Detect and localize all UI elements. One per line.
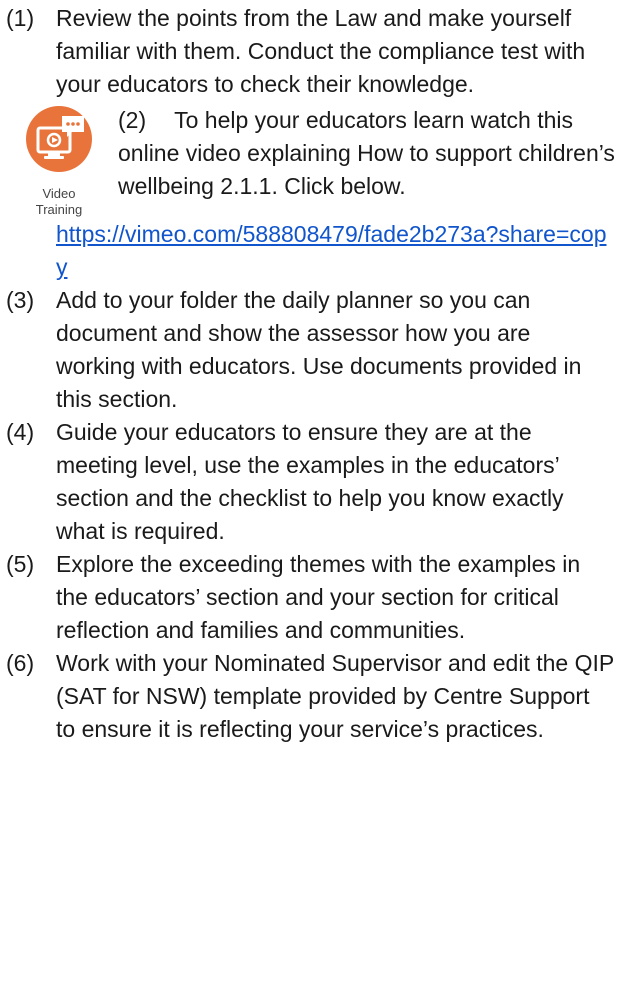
instruction-list: (1) Review the points from the Law and m… <box>0 0 625 998</box>
item-text: Add to your folder the daily planner so … <box>56 287 582 412</box>
item-number: (2) <box>118 107 147 133</box>
item-text: Review the points from the Law and make … <box>56 5 586 97</box>
video-training-icon <box>26 106 92 172</box>
item-text: (2) To help your educators learn watch th… <box>118 107 615 199</box>
item-number: (4) <box>6 419 35 445</box>
list-item-3: (3) Add to your folder the daily planner… <box>0 284 625 416</box>
list-item-4: (4) Guide your educators to ensure they … <box>0 416 625 548</box>
item-number: (6) <box>6 650 35 676</box>
item-number: (3) <box>6 287 35 313</box>
list-item-5: (5) Explore the exceeding themes with th… <box>0 548 625 647</box>
item-number: (5) <box>6 551 35 577</box>
item-text: Guide your educators to ensure they are … <box>56 419 564 544</box>
item-number: (1) <box>6 5 35 31</box>
video-link[interactable]: https://vimeo.com/588808479/fade2b273a?s… <box>56 218 625 284</box>
list-item-1: (1) Review the points from the Law and m… <box>0 2 625 101</box>
list-item-6: (6) Work with your Nominated Supervisor … <box>0 647 625 746</box>
item-text: Explore the exceeding themes with the ex… <box>56 551 581 643</box>
video-training-badge[interactable]: Video Training <box>8 104 110 218</box>
monitor-play-icon <box>36 116 84 159</box>
badge-label: Video Training <box>35 186 83 217</box>
list-item-2: Video Training (2) To help your educators… <box>0 104 625 284</box>
item-text: Work with your Nominated Supervisor and … <box>56 650 614 742</box>
